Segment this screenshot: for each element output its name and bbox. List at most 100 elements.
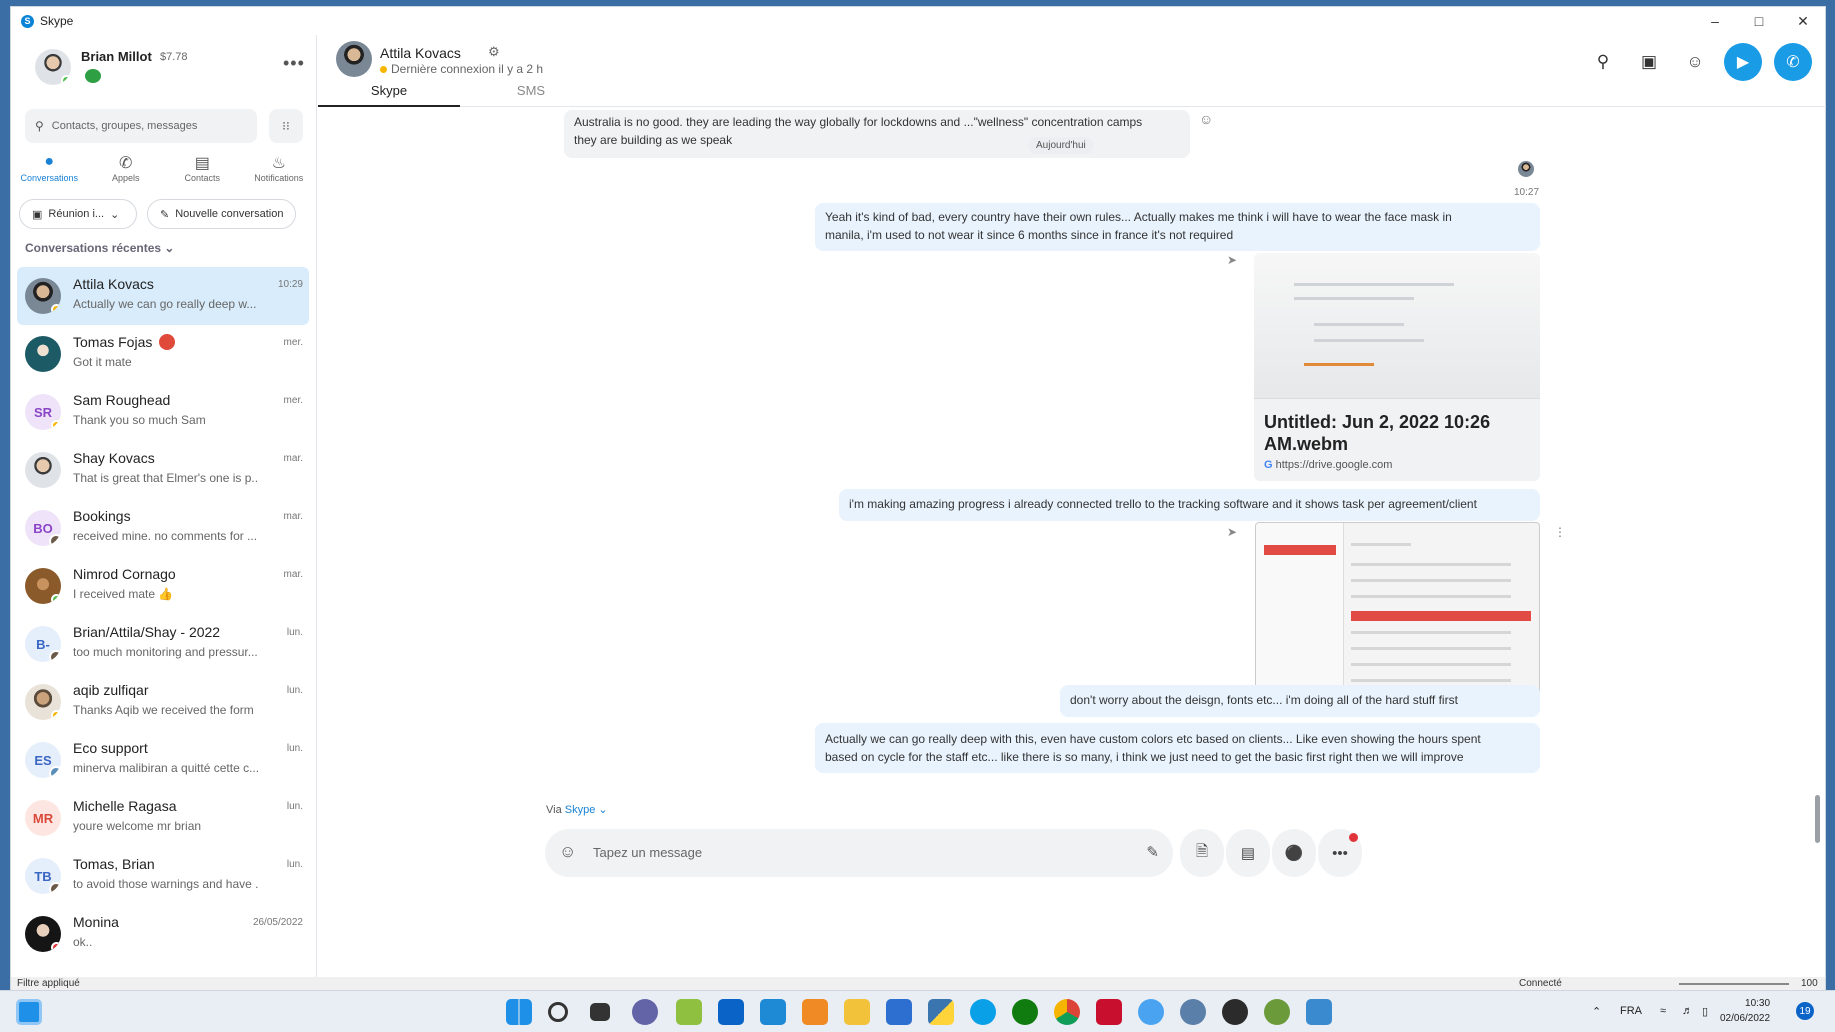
avatar-initials: B- — [36, 636, 50, 652]
link-preview-card[interactable]: Untitled: Jun 2, 2022 10:26 AM.webm G ht… — [1254, 253, 1540, 481]
avatar[interactable] — [336, 41, 372, 77]
timestamp: mar. — [283, 453, 303, 464]
main-nav: ● Conversations ✆ Appels ▤ Contacts ♨ Notifi… — [11, 153, 317, 197]
link-url[interactable]: G https://drive.google.com — [1264, 459, 1392, 471]
dialpad-button[interactable]: ⁝⁝ — [269, 109, 303, 143]
new-conversation-button[interactable]: ✎ Nouvelle conversation — [147, 199, 297, 229]
mood-emoji-icon[interactable] — [85, 69, 101, 83]
list-item[interactable]: Nimrod Cornago I received mate 👍 mar. — [17, 557, 309, 615]
timestamp: mer. — [283, 337, 303, 348]
avatar[interactable] — [35, 49, 71, 85]
contact-name: aqib zulfiqar — [73, 682, 149, 698]
app-icon[interactable] — [1264, 999, 1290, 1025]
task-view-icon[interactable] — [590, 1003, 610, 1021]
list-item[interactable]: B- Brian/Attila/Shay - 2022 too much monit… — [17, 615, 309, 673]
audio-call-button[interactable]: ✆ — [1774, 43, 1812, 81]
vscode-icon[interactable] — [760, 999, 786, 1025]
add-people-icon[interactable]: ☺ — [1678, 45, 1712, 79]
reaction-icon[interactable]: ☺ — [1199, 111, 1213, 127]
zoom-slider[interactable] — [1679, 983, 1789, 985]
more-options-icon[interactable]: ••• — [283, 53, 305, 74]
attach-file-button[interactable]: 🗎 — [1180, 829, 1224, 877]
outlook-icon[interactable] — [718, 999, 744, 1025]
maximize-button[interactable]: □ — [1737, 7, 1781, 35]
shared-image[interactable] — [1255, 522, 1540, 712]
search-input[interactable]: ⚲ Contacts, groupes, messages — [25, 109, 257, 143]
search-icon: ⚲ — [35, 119, 44, 133]
teams-chat-icon[interactable] — [632, 999, 658, 1025]
list-item[interactable]: TB Tomas, Brian to avoid those warnings an… — [17, 847, 309, 905]
via-selector[interactable]: Via Skype ⌄ — [546, 803, 608, 816]
chrome-icon[interactable] — [1054, 999, 1080, 1025]
volume-icon[interactable]: ♬ — [1682, 1005, 1693, 1017]
app-icon[interactable] — [1096, 999, 1122, 1025]
search-icon[interactable] — [548, 1002, 568, 1022]
timestamp: 26/05/2022 — [252, 917, 303, 928]
link-thumbnail — [1254, 253, 1540, 399]
tab-conversations[interactable]: ● Conversations — [11, 153, 88, 197]
list-item[interactable]: aqib zulfiqar Thanks Aqib we received the… — [17, 673, 309, 731]
contact-name: Tomas Fojas — [73, 334, 153, 350]
message-input[interactable]: ☺ Tapez un message ✎ — [545, 829, 1173, 877]
chevron-up-icon[interactable]: ⌃ — [1592, 1005, 1601, 1018]
tab-notifications[interactable]: ♨ Notifications — [241, 153, 318, 197]
message-bubble[interactable]: i'm making amazing progress i already co… — [839, 489, 1540, 521]
emoji-icon[interactable]: ☺ — [559, 842, 576, 862]
message-bubble[interactable]: don't worry about the deisgn, fonts etc.… — [1060, 685, 1540, 717]
tab-skype[interactable]: Skype — [318, 79, 460, 107]
contact-card-button[interactable]: ▤ — [1226, 829, 1270, 877]
windows-start-icon[interactable] — [16, 999, 42, 1025]
app-icon[interactable] — [1306, 999, 1332, 1025]
battery-icon[interactable]: ▯ — [1702, 1005, 1708, 1018]
notification-badge[interactable]: 19 — [1796, 1002, 1814, 1020]
gallery-icon[interactable]: ▣ — [1632, 45, 1666, 79]
list-item[interactable]: ES Eco support minerva malibiran a quitté … — [17, 731, 309, 789]
list-item[interactable]: MR Michelle Ragasa youre welcome mr brian l… — [17, 789, 309, 847]
video-call-button[interactable]: ▶ — [1724, 43, 1762, 81]
recent-conversations-header[interactable]: Conversations récentes ⌄ — [25, 241, 174, 255]
scrollbar[interactable] — [1815, 795, 1820, 843]
wifi-icon[interactable]: ≈ — [1660, 1005, 1666, 1017]
search-icon[interactable]: ⚲ — [1586, 45, 1620, 79]
python-icon[interactable] — [928, 999, 954, 1025]
list-item[interactable]: Shay Kovacs That is great that Elmer's on… — [17, 441, 309, 499]
avatar — [25, 278, 61, 314]
via-link[interactable]: Skype — [565, 804, 596, 816]
app-icon[interactable] — [1138, 999, 1164, 1025]
contact-name: Nimrod Cornago — [73, 566, 176, 582]
pen-icon[interactable]: ✎ — [1146, 843, 1159, 861]
more-actions-button[interactable]: ••• — [1318, 829, 1362, 877]
tab-calls[interactable]: ✆ Appels — [88, 153, 165, 197]
skype-taskbar-icon[interactable] — [970, 999, 996, 1025]
windows-icon[interactable] — [506, 999, 532, 1025]
avatar: SR — [25, 394, 61, 430]
message-bubble[interactable]: Yeah it's kind of bad, every country hav… — [815, 203, 1540, 251]
list-item[interactable]: Attila Kovacs Actually we can go really d… — [17, 267, 309, 325]
close-button[interactable]: ✕ — [1781, 7, 1825, 35]
profile-header[interactable]: Brian Millot $7.78 ••• — [25, 45, 305, 95]
chat-contact-name[interactable]: Attila Kovacs — [380, 45, 461, 61]
minimize-button[interactable]: – — [1693, 7, 1737, 35]
list-item[interactable]: BO Bookings received mine. no comments for… — [17, 499, 309, 557]
meeting-button[interactable]: ▣ Réunion i... ⌄ — [19, 199, 137, 229]
message-bubble[interactable]: Actually we can go really deep with this… — [815, 723, 1540, 773]
voice-message-button[interactable]: ⚫ — [1272, 829, 1316, 877]
list-item[interactable]: Tomas Fojas Got it mate mer. — [17, 325, 309, 383]
file-explorer-icon[interactable] — [844, 999, 870, 1025]
app-icon[interactable] — [676, 999, 702, 1025]
tab-contacts[interactable]: ▤ Contacts — [164, 153, 241, 197]
language-indicator[interactable]: FRA — [1620, 1005, 1642, 1017]
message-options-icon[interactable]: ⋮ — [1554, 525, 1566, 539]
tab-sms[interactable]: SMS — [460, 79, 602, 107]
status-bar: Filtre appliqué Connecté 100 % — [11, 977, 1825, 1000]
list-item[interactable]: Monina ok.. 26/05/2022 — [17, 905, 309, 963]
message-bubble[interactable]: Australia is no good. they are leading t… — [564, 110, 1190, 158]
clock[interactable]: 10:30 02/06/2022 — [1720, 996, 1770, 1026]
gear-icon[interactable]: ⚙ — [488, 44, 500, 60]
xbox-icon[interactable] — [1012, 999, 1038, 1025]
settings-icon[interactable] — [1180, 999, 1206, 1025]
list-item[interactable]: SR Sam Roughead Thank you so much Sam mer. — [17, 383, 309, 441]
app-icon[interactable] — [1222, 999, 1248, 1025]
store-icon[interactable] — [886, 999, 912, 1025]
sublime-icon[interactable] — [802, 999, 828, 1025]
